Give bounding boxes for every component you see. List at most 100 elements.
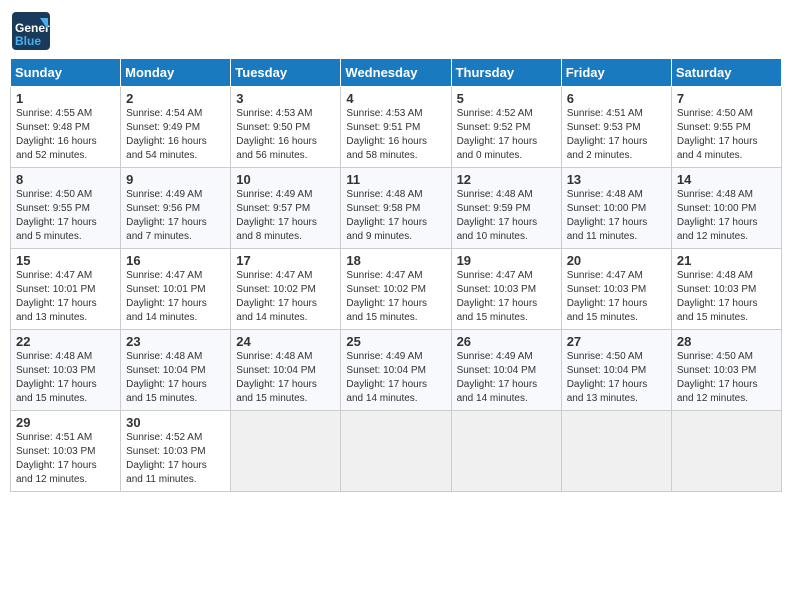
day-info: Sunrise: 4:48 AMSunset: 9:58 PMDaylight:… <box>346 188 445 244</box>
day-info: Sunrise: 4:47 AMSunset: 10:01 PMDaylight… <box>126 269 225 325</box>
day-info: Sunrise: 4:55 AMSunset: 9:48 PMDaylight:… <box>16 107 115 163</box>
day-info: Sunrise: 4:53 AMSunset: 9:51 PMDaylight:… <box>346 107 445 163</box>
day-cell-13: 13 Sunrise: 4:48 AMSunset: 10:00 PMDayli… <box>561 168 671 249</box>
day-number: 5 <box>457 91 556 106</box>
day-cell-16: 16 Sunrise: 4:47 AMSunset: 10:01 PMDayli… <box>121 249 231 330</box>
day-number: 11 <box>346 172 445 187</box>
day-info: Sunrise: 4:50 AMSunset: 10:04 PMDaylight… <box>567 350 666 406</box>
day-info: Sunrise: 4:53 AMSunset: 9:50 PMDaylight:… <box>236 107 335 163</box>
day-cell-27: 27 Sunrise: 4:50 AMSunset: 10:04 PMDayli… <box>561 330 671 411</box>
day-cell-15: 15 Sunrise: 4:47 AMSunset: 10:01 PMDayli… <box>11 249 121 330</box>
day-cell-17: 17 Sunrise: 4:47 AMSunset: 10:02 PMDayli… <box>231 249 341 330</box>
day-cell-5: 5 Sunrise: 4:52 AMSunset: 9:52 PMDayligh… <box>451 87 561 168</box>
day-number: 24 <box>236 334 335 349</box>
day-number: 14 <box>677 172 776 187</box>
empty-cell <box>561 411 671 492</box>
day-cell-18: 18 Sunrise: 4:47 AMSunset: 10:02 PMDayli… <box>341 249 451 330</box>
day-header-monday: Monday <box>121 59 231 87</box>
day-number: 20 <box>567 253 666 268</box>
day-cell-8: 8 Sunrise: 4:50 AMSunset: 9:55 PMDayligh… <box>11 168 121 249</box>
day-number: 4 <box>346 91 445 106</box>
day-cell-12: 12 Sunrise: 4:48 AMSunset: 9:59 PMDaylig… <box>451 168 561 249</box>
day-info: Sunrise: 4:52 AMSunset: 9:52 PMDaylight:… <box>457 107 556 163</box>
day-cell-9: 9 Sunrise: 4:49 AMSunset: 9:56 PMDayligh… <box>121 168 231 249</box>
day-info: Sunrise: 4:49 AMSunset: 9:56 PMDaylight:… <box>126 188 225 244</box>
day-cell-3: 3 Sunrise: 4:53 AMSunset: 9:50 PMDayligh… <box>231 87 341 168</box>
empty-cell <box>231 411 341 492</box>
day-number: 26 <box>457 334 556 349</box>
empty-cell <box>671 411 781 492</box>
day-number: 22 <box>16 334 115 349</box>
day-cell-2: 2 Sunrise: 4:54 AMSunset: 9:49 PMDayligh… <box>121 87 231 168</box>
day-cell-30: 30 Sunrise: 4:52 AMSunset: 10:03 PMDayli… <box>121 411 231 492</box>
day-number: 28 <box>677 334 776 349</box>
day-info: Sunrise: 4:48 AMSunset: 10:03 PMDaylight… <box>677 269 776 325</box>
day-number: 23 <box>126 334 225 349</box>
day-number: 12 <box>457 172 556 187</box>
day-number: 30 <box>126 415 225 430</box>
day-info: Sunrise: 4:47 AMSunset: 10:02 PMDaylight… <box>346 269 445 325</box>
day-cell-25: 25 Sunrise: 4:49 AMSunset: 10:04 PMDayli… <box>341 330 451 411</box>
day-number: 17 <box>236 253 335 268</box>
day-cell-4: 4 Sunrise: 4:53 AMSunset: 9:51 PMDayligh… <box>341 87 451 168</box>
day-header-friday: Friday <box>561 59 671 87</box>
day-cell-6: 6 Sunrise: 4:51 AMSunset: 9:53 PMDayligh… <box>561 87 671 168</box>
day-cell-20: 20 Sunrise: 4:47 AMSunset: 10:03 PMDayli… <box>561 249 671 330</box>
day-header-wednesday: Wednesday <box>341 59 451 87</box>
day-info: Sunrise: 4:51 AMSunset: 10:03 PMDaylight… <box>16 431 115 487</box>
calendar-week-4: 22 Sunrise: 4:48 AMSunset: 10:03 PMDayli… <box>11 330 782 411</box>
day-cell-24: 24 Sunrise: 4:48 AMSunset: 10:04 PMDayli… <box>231 330 341 411</box>
day-info: Sunrise: 4:50 AMSunset: 9:55 PMDaylight:… <box>16 188 115 244</box>
day-cell-26: 26 Sunrise: 4:49 AMSunset: 10:04 PMDayli… <box>451 330 561 411</box>
day-number: 7 <box>677 91 776 106</box>
day-info: Sunrise: 4:54 AMSunset: 9:49 PMDaylight:… <box>126 107 225 163</box>
day-number: 19 <box>457 253 556 268</box>
day-header-tuesday: Tuesday <box>231 59 341 87</box>
day-number: 27 <box>567 334 666 349</box>
day-info: Sunrise: 4:48 AMSunset: 10:03 PMDaylight… <box>16 350 115 406</box>
day-info: Sunrise: 4:48 AMSunset: 10:00 PMDaylight… <box>677 188 776 244</box>
day-info: Sunrise: 4:49 AMSunset: 10:04 PMDaylight… <box>346 350 445 406</box>
day-header-thursday: Thursday <box>451 59 561 87</box>
day-number: 21 <box>677 253 776 268</box>
day-cell-7: 7 Sunrise: 4:50 AMSunset: 9:55 PMDayligh… <box>671 87 781 168</box>
day-number: 25 <box>346 334 445 349</box>
empty-cell <box>341 411 451 492</box>
logo: General Blue <box>10 10 52 52</box>
calendar-week-2: 8 Sunrise: 4:50 AMSunset: 9:55 PMDayligh… <box>11 168 782 249</box>
day-cell-19: 19 Sunrise: 4:47 AMSunset: 10:03 PMDayli… <box>451 249 561 330</box>
day-info: Sunrise: 4:47 AMSunset: 10:03 PMDaylight… <box>567 269 666 325</box>
day-cell-14: 14 Sunrise: 4:48 AMSunset: 10:00 PMDayli… <box>671 168 781 249</box>
day-info: Sunrise: 4:48 AMSunset: 10:04 PMDaylight… <box>236 350 335 406</box>
day-header-sunday: Sunday <box>11 59 121 87</box>
svg-text:Blue: Blue <box>15 34 41 48</box>
day-cell-28: 28 Sunrise: 4:50 AMSunset: 10:03 PMDayli… <box>671 330 781 411</box>
day-cell-23: 23 Sunrise: 4:48 AMSunset: 10:04 PMDayli… <box>121 330 231 411</box>
header: General Blue <box>10 10 782 52</box>
empty-cell <box>451 411 561 492</box>
calendar: SundayMondayTuesdayWednesdayThursdayFrid… <box>10 58 782 492</box>
day-number: 10 <box>236 172 335 187</box>
calendar-header-row: SundayMondayTuesdayWednesdayThursdayFrid… <box>11 59 782 87</box>
day-info: Sunrise: 4:51 AMSunset: 9:53 PMDaylight:… <box>567 107 666 163</box>
day-info: Sunrise: 4:50 AMSunset: 10:03 PMDaylight… <box>677 350 776 406</box>
day-number: 8 <box>16 172 115 187</box>
day-info: Sunrise: 4:47 AMSunset: 10:03 PMDaylight… <box>457 269 556 325</box>
logo-icon: General Blue <box>10 10 52 52</box>
day-info: Sunrise: 4:48 AMSunset: 10:00 PMDaylight… <box>567 188 666 244</box>
day-cell-11: 11 Sunrise: 4:48 AMSunset: 9:58 PMDaylig… <box>341 168 451 249</box>
day-cell-29: 29 Sunrise: 4:51 AMSunset: 10:03 PMDayli… <box>11 411 121 492</box>
day-number: 9 <box>126 172 225 187</box>
day-info: Sunrise: 4:49 AMSunset: 9:57 PMDaylight:… <box>236 188 335 244</box>
calendar-week-1: 1 Sunrise: 4:55 AMSunset: 9:48 PMDayligh… <box>11 87 782 168</box>
day-info: Sunrise: 4:48 AMSunset: 10:04 PMDaylight… <box>126 350 225 406</box>
day-info: Sunrise: 4:47 AMSunset: 10:02 PMDaylight… <box>236 269 335 325</box>
day-info: Sunrise: 4:48 AMSunset: 9:59 PMDaylight:… <box>457 188 556 244</box>
day-number: 16 <box>126 253 225 268</box>
day-cell-10: 10 Sunrise: 4:49 AMSunset: 9:57 PMDaylig… <box>231 168 341 249</box>
day-number: 6 <box>567 91 666 106</box>
day-cell-22: 22 Sunrise: 4:48 AMSunset: 10:03 PMDayli… <box>11 330 121 411</box>
day-cell-1: 1 Sunrise: 4:55 AMSunset: 9:48 PMDayligh… <box>11 87 121 168</box>
day-info: Sunrise: 4:49 AMSunset: 10:04 PMDaylight… <box>457 350 556 406</box>
day-header-saturday: Saturday <box>671 59 781 87</box>
